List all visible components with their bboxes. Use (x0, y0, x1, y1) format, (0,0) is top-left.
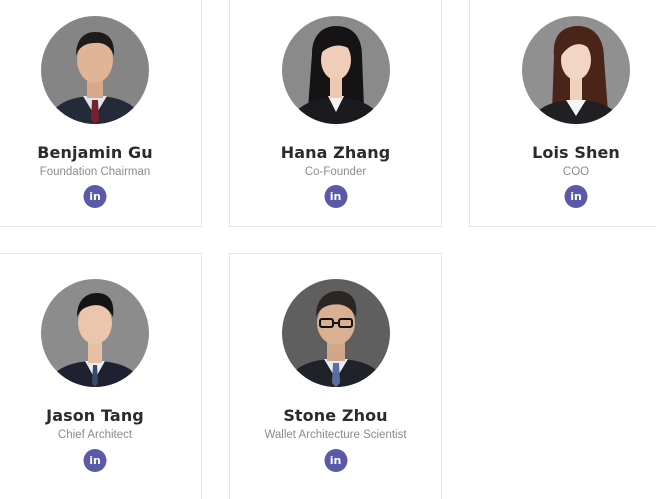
member-role: COO (562, 166, 590, 178)
member-photo (281, 279, 390, 387)
team-member-card: Hana Zhang Co-Founder in (229, 0, 442, 227)
linkedin-icon[interactable]: in (83, 185, 107, 208)
team-member-card: Stone Zhou Wallet Architecture Scientist… (229, 253, 442, 499)
linkedin-icon[interactable]: in (564, 185, 588, 208)
member-role: Co-Founder (304, 166, 367, 178)
team-member-card: Jason Tang Chief Architect in (0, 253, 202, 499)
member-role: Chief Architect (57, 429, 133, 441)
team-member-card: Benjamin Gu Foundation Chairman in (0, 0, 202, 227)
team-grid: Benjamin Gu Foundation Chairman in Hana … (0, 0, 656, 499)
linkedin-icon[interactable]: in (83, 449, 107, 472)
linkedin-icon[interactable]: in (324, 449, 347, 472)
member-photo-image (41, 16, 149, 124)
member-name: Stone Zhou (283, 406, 388, 425)
member-role: Foundation Chairman (39, 166, 151, 178)
member-name: Hana Zhang (280, 143, 391, 162)
member-name: Lois Shen (532, 143, 620, 162)
member-photo-image (41, 279, 149, 387)
team-member-card: Lois Shen COO in (469, 0, 656, 227)
member-photo (41, 16, 149, 124)
member-role: Wallet Architecture Scientist (264, 429, 407, 441)
member-name: Jason Tang (46, 406, 144, 425)
member-photo (281, 16, 390, 124)
linkedin-icon[interactable]: in (324, 185, 347, 208)
member-name: Benjamin Gu (37, 143, 153, 162)
member-photo (41, 279, 149, 387)
member-photo-image (522, 16, 630, 124)
member-photo-image (281, 279, 390, 387)
member-photo (522, 16, 630, 124)
member-photo-image (281, 16, 390, 124)
